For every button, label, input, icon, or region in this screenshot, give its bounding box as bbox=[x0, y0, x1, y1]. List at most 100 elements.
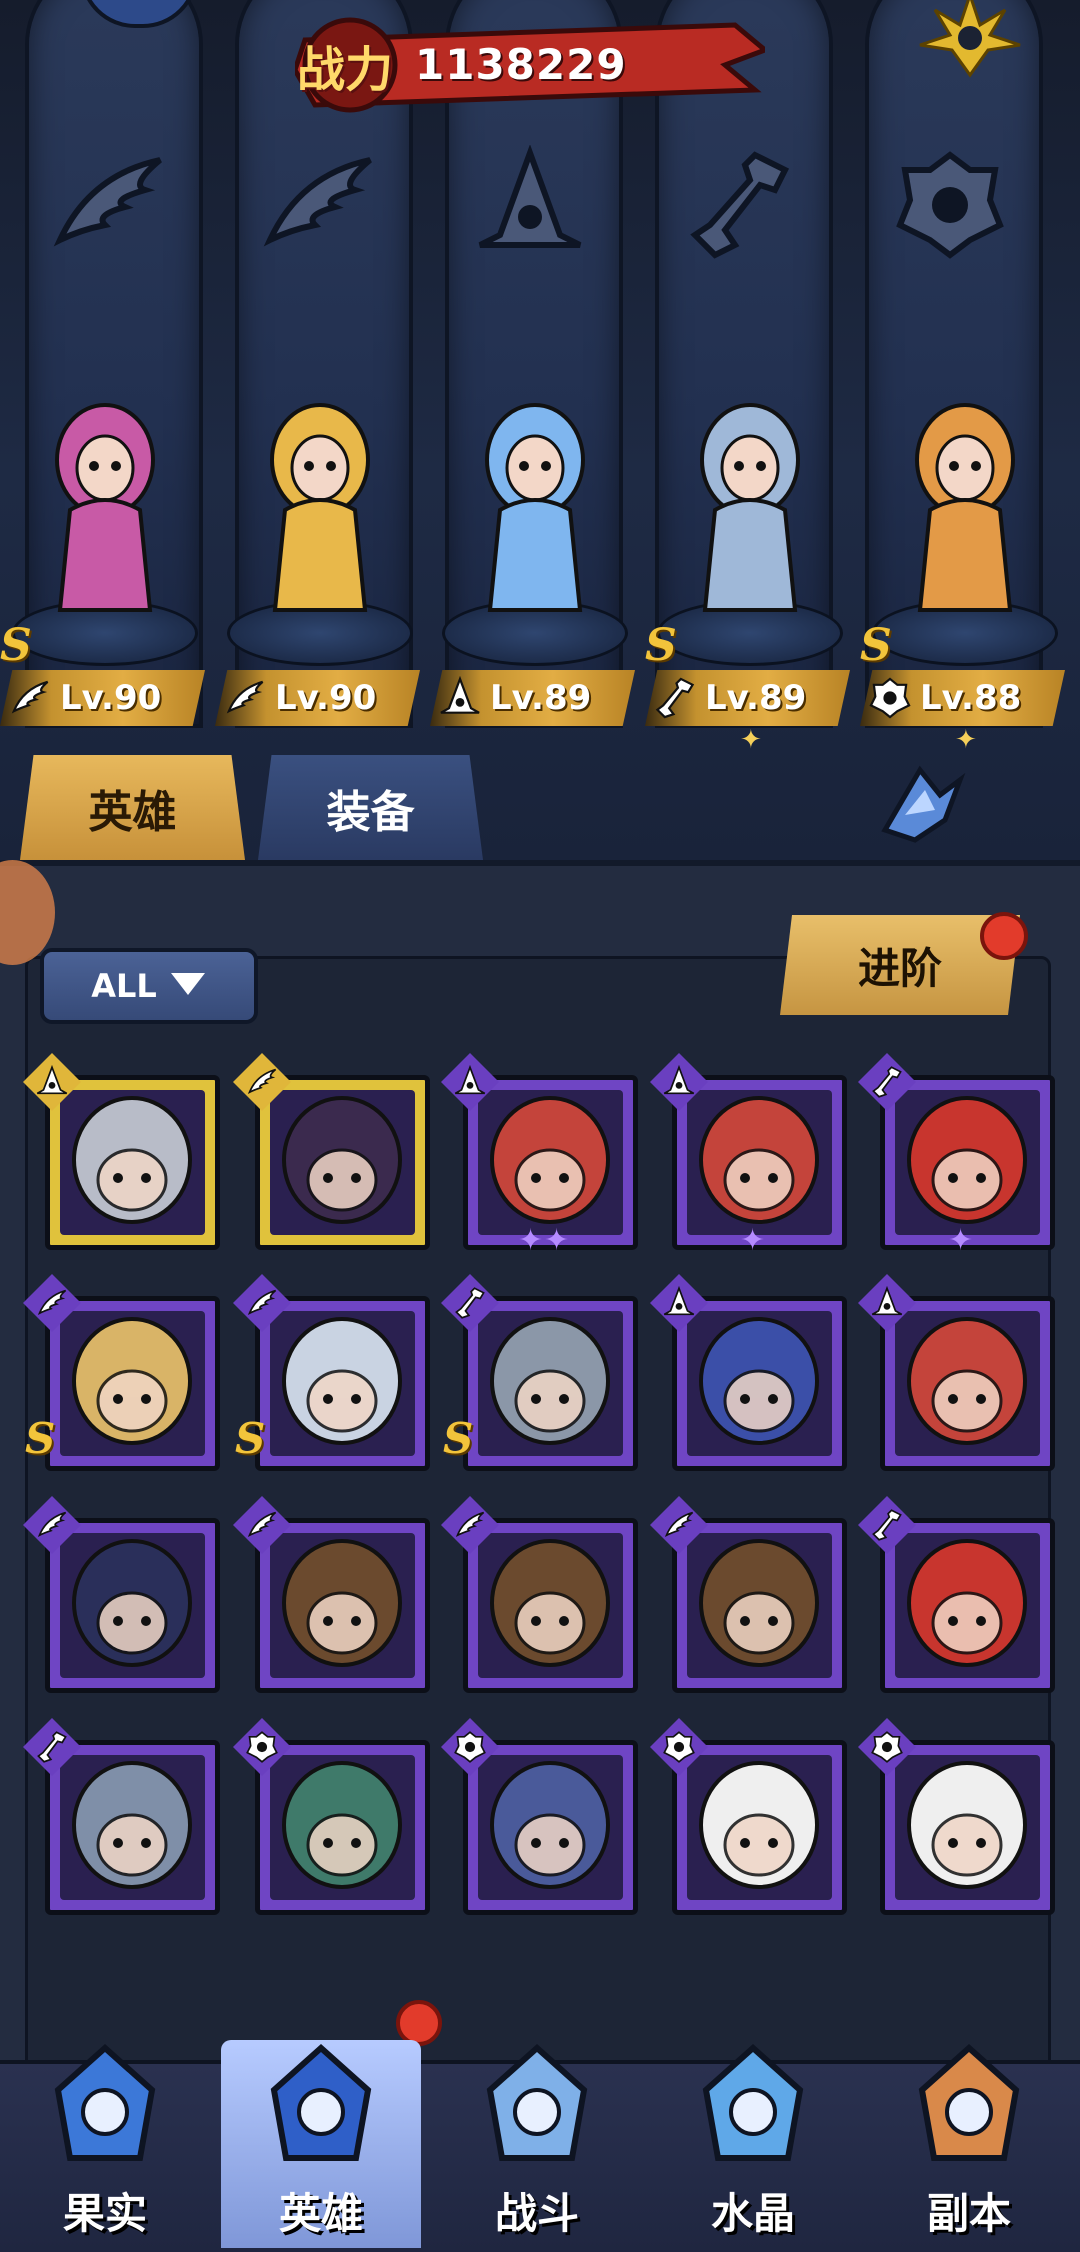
beast-icon bbox=[866, 674, 914, 722]
nav-item[interactable]: 副本 bbox=[869, 2040, 1069, 2248]
hero-portrait bbox=[460, 390, 610, 630]
hero-card-portrait bbox=[895, 1311, 1040, 1456]
combat-power-label: 战力 bbox=[296, 42, 393, 98]
hero-card[interactable] bbox=[463, 1296, 638, 1471]
hero-card-portrait bbox=[478, 1533, 623, 1678]
tab-equipment[interactable]: 装备 bbox=[258, 755, 483, 860]
team-hero-slot[interactable]: S Lv.90 bbox=[0, 370, 205, 750]
hero-card[interactable] bbox=[255, 1740, 430, 1915]
nav-label: 果实 bbox=[62, 2189, 147, 2238]
hero-portrait bbox=[890, 390, 1040, 630]
beast-icon bbox=[885, 140, 1015, 270]
combat-power-value: 1138229 bbox=[415, 40, 627, 89]
star-icon: ✦ bbox=[740, 1223, 766, 1258]
hero-card[interactable] bbox=[672, 1740, 847, 1915]
hero-showcase: 战力 1138229 S Lv.90 Lv.90 Lv.89 S Lv.89 ✦ S Lv.88… bbox=[0, 0, 1080, 860]
wing-icon bbox=[221, 674, 269, 722]
nav-item[interactable]: 果实 bbox=[5, 2040, 205, 2248]
rank-s-badge: S bbox=[443, 1414, 474, 1463]
hero-portrait bbox=[245, 390, 395, 630]
rank-s-badge: S bbox=[0, 620, 32, 671]
hero-card[interactable] bbox=[463, 1740, 638, 1915]
hero-card[interactable] bbox=[880, 1296, 1055, 1471]
team-hero-slot[interactable]: Lv.89 bbox=[430, 370, 635, 750]
hero-card[interactable] bbox=[45, 1518, 220, 1693]
hero-card-portrait bbox=[478, 1311, 623, 1456]
fruit-icon bbox=[40, 2040, 170, 2170]
star-icon: ✦ bbox=[948, 1223, 974, 1258]
wrench-icon bbox=[675, 140, 805, 270]
hero-card-portrait bbox=[478, 1090, 623, 1235]
hero-level: Lv.89 bbox=[490, 678, 592, 718]
chevron-down-icon bbox=[169, 967, 207, 1005]
hero-card-portrait bbox=[687, 1090, 832, 1235]
bond-button[interactable]: 羁绊 bbox=[850, 760, 990, 860]
portal-icon bbox=[904, 2040, 1034, 2170]
hero-card-portrait bbox=[687, 1311, 832, 1456]
hero-card-portrait bbox=[60, 1090, 205, 1235]
hero-card-portrait bbox=[60, 1755, 205, 1900]
rank-s-badge: S bbox=[860, 620, 892, 671]
nav-item[interactable]: 战斗 bbox=[437, 2040, 637, 2248]
wrench-icon bbox=[651, 674, 699, 722]
nav-item[interactable]: 水晶 bbox=[653, 2040, 853, 2248]
rank-s-badge: S bbox=[25, 1414, 56, 1463]
star-icon: ✦ bbox=[740, 725, 762, 755]
hero-card-portrait bbox=[895, 1533, 1040, 1678]
combat-power-banner: 战力 1138229 bbox=[295, 10, 765, 120]
hero-card-portrait bbox=[60, 1311, 205, 1456]
hero-card-portrait bbox=[270, 1533, 415, 1678]
hero-card-portrait bbox=[478, 1755, 623, 1900]
hero-card-portrait bbox=[895, 1755, 1040, 1900]
hero-card[interactable] bbox=[255, 1518, 430, 1693]
hero-card[interactable] bbox=[880, 1740, 1055, 1915]
star-icon: ✦ bbox=[518, 1223, 544, 1258]
hero-card[interactable] bbox=[255, 1075, 430, 1250]
hero-card[interactable] bbox=[255, 1296, 430, 1471]
mage-icon bbox=[465, 140, 595, 270]
hero-level: Lv.90 bbox=[60, 678, 162, 718]
wing-icon bbox=[45, 140, 175, 270]
battle-icon bbox=[472, 2040, 602, 2170]
tab-heroes[interactable]: 英雄 bbox=[20, 755, 245, 860]
hero-card[interactable] bbox=[463, 1518, 638, 1693]
hero-level: Lv.88 bbox=[920, 678, 1022, 718]
team-hero-slot[interactable]: Lv.90 bbox=[215, 370, 420, 750]
hero-portrait bbox=[30, 390, 180, 630]
rank-s-badge: S bbox=[645, 620, 677, 671]
settings-gear-icon[interactable] bbox=[910, 0, 1030, 80]
team-hero-slot[interactable]: S Lv.88 ✦ bbox=[860, 370, 1065, 755]
hero-card[interactable] bbox=[880, 1518, 1055, 1693]
hero-card-portrait bbox=[687, 1533, 832, 1678]
mage-icon bbox=[436, 674, 484, 722]
notification-dot bbox=[980, 912, 1028, 960]
hero-portrait bbox=[675, 390, 825, 630]
class-filter-dropdown[interactable]: ALL bbox=[40, 948, 258, 1024]
crystal-icon bbox=[688, 2040, 818, 2170]
star-icon: ✦ bbox=[955, 725, 977, 755]
wizard-hat-icon bbox=[256, 2040, 386, 2170]
hero-card[interactable] bbox=[45, 1296, 220, 1471]
hero-card-portrait bbox=[687, 1755, 832, 1900]
hero-card[interactable] bbox=[672, 1518, 847, 1693]
star-icon: ✦ bbox=[544, 1223, 570, 1258]
filter-value: ALL bbox=[91, 967, 157, 1005]
nav-label: 水晶 bbox=[710, 2189, 795, 2238]
hero-card-portrait bbox=[270, 1090, 415, 1235]
hero-card-portrait bbox=[60, 1533, 205, 1678]
nav-item[interactable]: 英雄 bbox=[221, 2040, 421, 2248]
hero-level: Lv.89 bbox=[705, 678, 807, 718]
nav-label: 副本 bbox=[926, 2189, 1011, 2238]
hero-card-portrait bbox=[895, 1090, 1040, 1235]
rank-s-badge: S bbox=[235, 1414, 266, 1463]
wing-icon bbox=[255, 140, 385, 270]
hero-card[interactable] bbox=[672, 1296, 847, 1471]
hero-card[interactable] bbox=[45, 1740, 220, 1915]
hero-card-portrait bbox=[270, 1755, 415, 1900]
hero-level: Lv.90 bbox=[275, 678, 377, 718]
hero-card-portrait bbox=[270, 1311, 415, 1456]
hero-card[interactable] bbox=[45, 1075, 220, 1250]
team-hero-slot[interactable]: S Lv.89 ✦ bbox=[645, 370, 850, 755]
bond-icon bbox=[865, 760, 975, 850]
wing-icon bbox=[6, 674, 54, 722]
